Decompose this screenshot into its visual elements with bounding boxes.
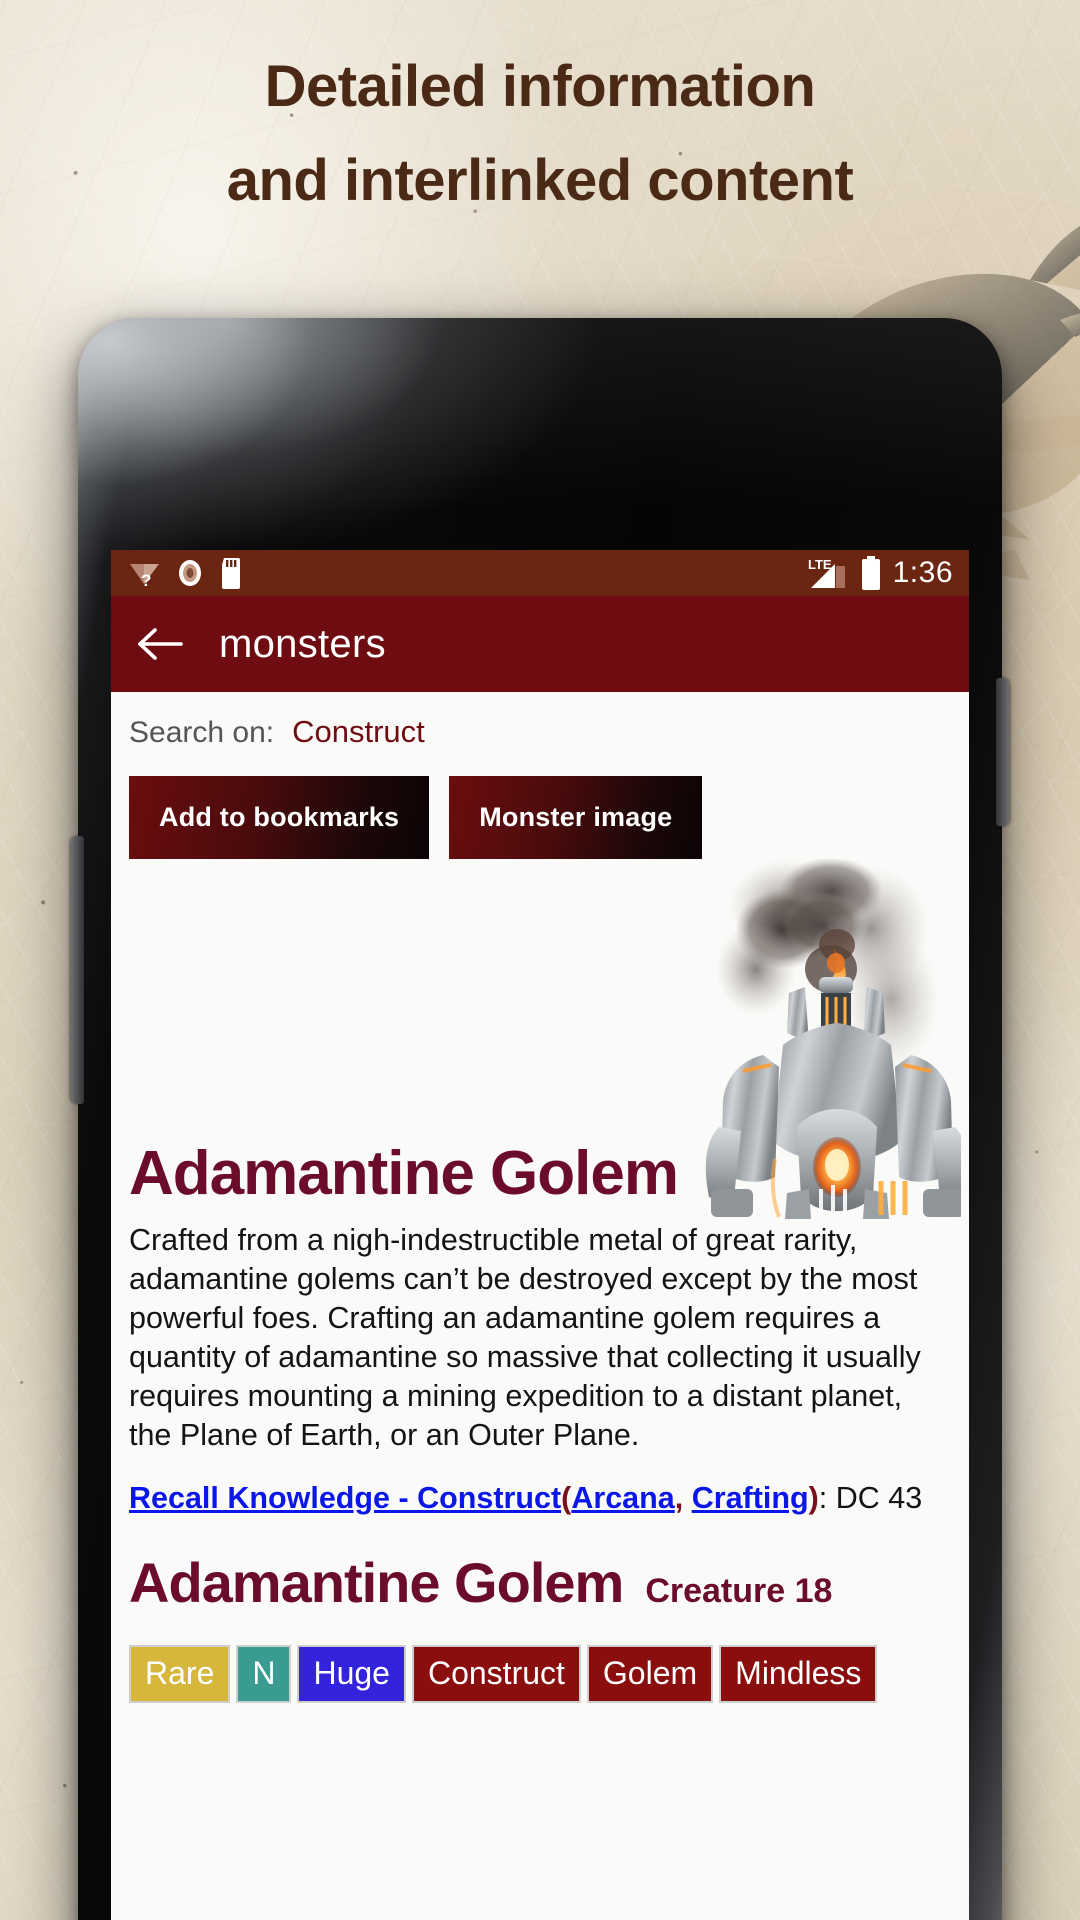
recall-dc-text: : DC 43 [818,1481,923,1516]
search-on-value[interactable]: Construct [292,714,425,750]
recall-knowledge-link[interactable]: Recall Knowledge - Construct [129,1481,561,1515]
trait-tag-list: Rare N Huge Construct Golem Mindless [111,1615,969,1703]
app-bar: monsters [111,596,969,692]
power-button[interactable] [996,678,1009,826]
statblock-level: Creature 18 [645,1572,833,1611]
skill-separator: , [674,1481,692,1516]
status-bar-left-icons: ? [127,557,244,589]
phone-screen: ? LTE 1:36 monsters Search on: Construct… [111,550,969,1920]
trait-tag[interactable]: Rare [129,1645,231,1703]
sd-card-icon [222,557,240,589]
search-on-row: Search on: Construct [111,692,969,750]
trait-tag[interactable]: Golem [586,1645,714,1703]
headline-line-1: Detailed information [264,54,816,119]
action-button-row: Add to bookmarks Monster image [111,750,969,859]
status-bar: ? LTE 1:36 [111,550,969,596]
close-paren: ) [808,1481,819,1516]
status-bar-right-icons: LTE 1:36 [807,556,953,590]
svg-text:?: ? [141,571,151,588]
trait-tag[interactable]: N [236,1645,292,1703]
volume-rocker-button[interactable] [71,836,84,1104]
app-bar-title: monsters [219,621,386,666]
crafting-link[interactable]: Crafting [692,1481,809,1515]
battery-icon [861,556,880,590]
monster-description: Crafted from a nigh-indestructible metal… [129,1223,921,1453]
back-arrow-icon[interactable] [137,626,183,662]
add-to-bookmarks-button[interactable]: Add to bookmarks [129,776,430,859]
open-paren: ( [561,1481,572,1516]
arcana-link[interactable]: Arcana [571,1481,674,1515]
search-on-label: Search on: [129,716,275,749]
headline-line-2: and interlinked content [226,147,854,213]
trait-tag[interactable]: Construct [411,1645,581,1703]
phone-mockup: ? LTE 1:36 monsters Search on: Construct… [71,318,1009,1920]
trait-tag[interactable]: Mindless [719,1645,878,1703]
wifi-question-icon: ? [130,564,159,588]
record-circle-icon [179,560,201,586]
monster-title: Adamantine Golem [129,1139,679,1208]
status-bar-clock: 1:36 [892,556,953,589]
monster-image-button[interactable]: Monster image [449,776,703,859]
trait-tag[interactable]: Huge [297,1645,406,1703]
page-content: Search on: Construct Add to bookmarks Mo… [111,692,969,1920]
statblock-header: Adamantine Golem Creature 18 [111,1516,969,1615]
recall-knowledge-line: Recall Knowledge - Construct(Arcana, Cra… [111,1455,969,1516]
monster-artwork-area: Adamantine Golem [111,859,969,1219]
lte-signal-icon: LTE [808,557,845,588]
svg-text:LTE: LTE [808,557,832,572]
statblock-name: Adamantine Golem [129,1551,624,1615]
promo-headline: Detailed information and interlinked con… [0,52,1080,215]
